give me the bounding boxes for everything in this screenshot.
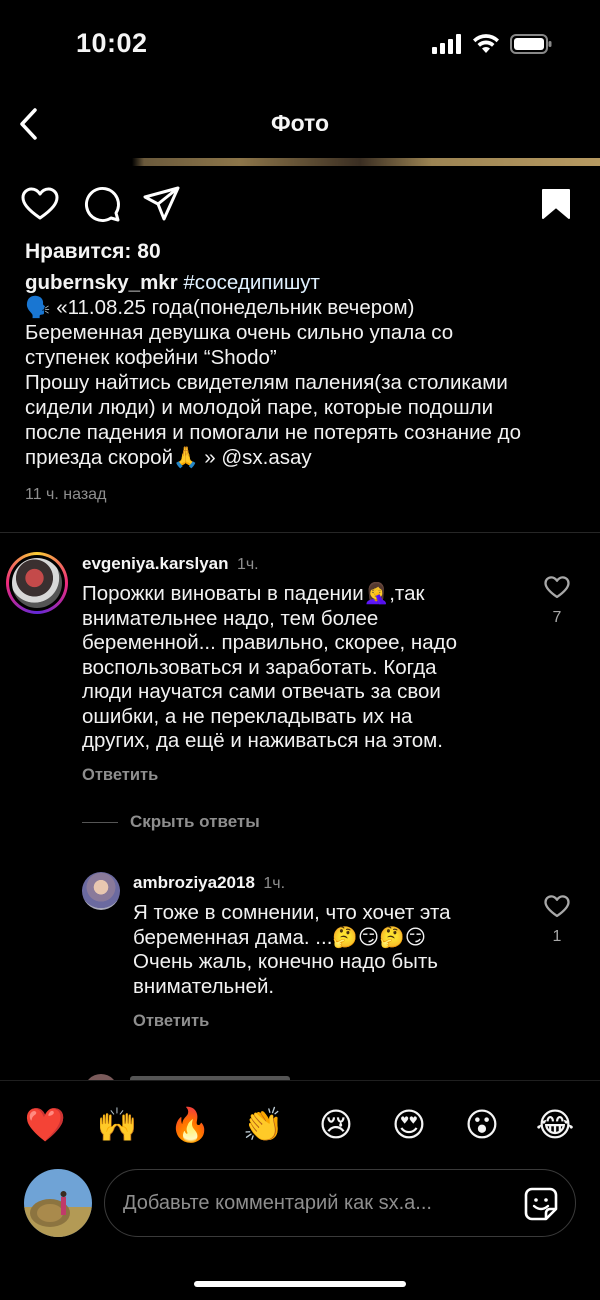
sticker-button[interactable] <box>521 1184 561 1224</box>
caption-username[interactable]: gubernsky_mkr <box>25 271 178 294</box>
post-timestamp: 11 ч. назад <box>25 486 107 503</box>
comment-username[interactable]: evgeniya.karslyan <box>82 554 228 573</box>
comment-like: 7 <box>537 576 577 627</box>
emoji-heart-button[interactable]: ❤️ <box>23 1103 67 1147</box>
share-button[interactable] <box>140 182 184 226</box>
caption-line: Беременная девушка очень сильно упала со <box>25 321 454 344</box>
comment-text: Я тоже в сомнении, что хочет эта беремен… <box>133 901 533 999</box>
divider <box>0 532 600 533</box>
post-photo-edge[interactable] <box>0 158 600 166</box>
likes-count[interactable]: Нравится: 80 <box>25 240 161 264</box>
battery-icon <box>510 34 552 59</box>
comment-like-count: 1 <box>552 928 562 945</box>
comment-text: Порожки виноваты в падении🤦‍♀️,так внима… <box>82 582 542 754</box>
comment-line: внимательнее надо, тем более <box>82 606 379 630</box>
comment-line: Очень жаль, конечно надо быть <box>133 950 438 973</box>
comment-header: ambroziya2018 1ч. <box>133 873 285 893</box>
emoji-fire-button[interactable]: 🔥 <box>168 1103 212 1147</box>
comment-input-wrap <box>104 1169 576 1237</box>
comment-line: беременной... правильно, скорее, надо <box>82 631 458 654</box>
wifi-icon <box>472 34 500 59</box>
emoji-surprised-button[interactable]: 😮 <box>460 1103 504 1147</box>
comment-line: ошибки, а не перекладывать их на <box>82 704 413 728</box>
sticker-icon <box>524 1187 558 1221</box>
status-icons <box>432 34 552 59</box>
bookmark-filled-icon <box>542 189 570 219</box>
comment-input[interactable] <box>123 1170 503 1236</box>
comment-line: Я тоже в сомнении, что хочет эта <box>133 901 451 924</box>
emoji-laughing-button[interactable]: 😂 <box>533 1103 577 1147</box>
reply-button[interactable]: Ответить <box>133 1012 209 1031</box>
hide-replies-label: Скрыть ответы <box>130 812 260 831</box>
hide-replies-button[interactable]: Скрыть ответы <box>82 812 260 832</box>
comment-like-count: 7 <box>552 609 562 626</box>
reply-button[interactable]: Ответить <box>82 766 158 785</box>
emoji-crying-button[interactable]: 😢 <box>314 1103 358 1147</box>
comment-line: внимательней. <box>133 974 275 998</box>
send-icon <box>143 186 180 221</box>
like-button[interactable] <box>18 182 62 226</box>
comment-line: Порожки виноваты в падении🤦‍♀️,так <box>82 582 425 605</box>
save-button[interactable] <box>534 182 578 226</box>
comment-time: 1ч. <box>263 875 286 892</box>
heart-icon[interactable] <box>544 576 570 599</box>
avatar[interactable] <box>6 552 68 614</box>
post-action-bar <box>0 182 600 226</box>
caption-line: 🗣️ «11.08.25 года(понедельник вечером) <box>25 296 415 319</box>
cellular-signal-icon <box>432 34 462 59</box>
comment-button[interactable] <box>80 182 124 226</box>
nav-bar: Фото <box>0 96 600 152</box>
home-indicator <box>194 1281 406 1287</box>
comment-username[interactable]: ambroziya2018 <box>133 873 255 892</box>
emoji-quick-bar: ❤️ 🙌 🔥 👏 😢 😍 😮 😂 <box>0 1103 600 1147</box>
comment-like: 1 <box>537 895 577 946</box>
comment-line: беременная дама. ...🤔😏🤔😏 <box>133 925 427 949</box>
avatar <box>24 1169 92 1237</box>
comment-line: воспользоваться и заработать. Когда <box>82 655 437 679</box>
emoji-clap-button[interactable]: 👏 <box>241 1103 285 1147</box>
comment-header: evgeniya.karslyan 1ч. <box>82 554 259 574</box>
caption-line: ступенек кофейни “Shodo” <box>25 346 277 369</box>
emoji-raised-hands-button[interactable]: 🙌 <box>95 1103 139 1147</box>
status-bar: 10:02 <box>0 0 600 90</box>
comment-item <box>6 552 68 614</box>
heart-icon <box>21 187 59 220</box>
caption-line: Прошу найтись свидетелям паления(за стол… <box>25 371 508 394</box>
caption-line: после падения и помогали не потерять соз… <box>25 421 521 444</box>
caption-line: сидели люди) и молодой паре, которые под… <box>25 396 494 419</box>
divider <box>82 821 118 823</box>
heart-icon[interactable] <box>544 895 570 918</box>
emoji-heart-eyes-button[interactable]: 😍 <box>387 1103 431 1147</box>
post-caption: gubernsky_mkr #соседипишут 🗣️ «11.08.25 … <box>25 270 580 470</box>
caption-line: приезда скорой🙏 » @sx.asay <box>25 446 312 469</box>
comment-line: люди научатся сами отвечать за свои <box>82 680 441 703</box>
page-title: Фото <box>270 110 330 136</box>
comment-line: других, да ещё и наживаться на этом. <box>82 729 443 752</box>
caption-hashtag[interactable]: #соседипишут <box>183 271 320 294</box>
avatar[interactable] <box>82 872 120 910</box>
comment-bubble-icon <box>85 187 120 222</box>
status-time: 10:02 <box>76 28 148 58</box>
comment-time: 1ч. <box>236 556 259 573</box>
comment-composer: ❤️ 🙌 🔥 👏 😢 😍 😮 😂 <box>0 1080 600 1300</box>
